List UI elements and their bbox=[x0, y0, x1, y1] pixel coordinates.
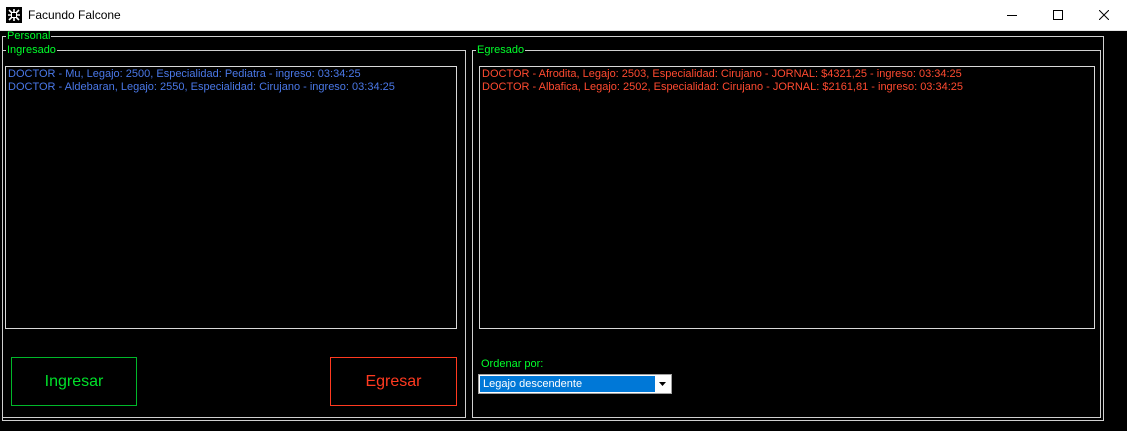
order-select[interactable]: Legajo descendente bbox=[478, 374, 672, 394]
maximize-icon bbox=[1053, 10, 1063, 20]
order-label: Ordenar por: bbox=[481, 358, 544, 370]
list-item[interactable]: DOCTOR - Albafica, Legajo: 2502, Especia… bbox=[482, 81, 1092, 94]
title-bar: Facundo Falcone bbox=[0, 0, 1127, 31]
list-item[interactable]: DOCTOR - Mu, Legajo: 2500, Especialidad:… bbox=[8, 68, 454, 81]
ingresar-button[interactable]: Ingresar bbox=[11, 357, 137, 406]
maximize-button[interactable] bbox=[1035, 0, 1081, 30]
personal-legend: Personal bbox=[7, 30, 51, 42]
list-item[interactable]: DOCTOR - Aldebaran, Legajo: 2550, Especi… bbox=[8, 81, 454, 94]
close-button[interactable] bbox=[1081, 0, 1127, 30]
egresado-legend: Egresado bbox=[477, 44, 525, 56]
minimize-button[interactable] bbox=[989, 0, 1035, 30]
chevron-down-icon bbox=[659, 382, 666, 386]
egresar-button[interactable]: Egresar bbox=[330, 357, 457, 406]
dropdown-arrow-button[interactable] bbox=[655, 376, 670, 392]
ingresado-legend: Ingresado bbox=[7, 44, 56, 56]
list-item[interactable]: DOCTOR - Afrodita, Legajo: 2503, Especia… bbox=[482, 68, 1092, 81]
egresado-listbox[interactable]: DOCTOR - Afrodita, Legajo: 2503, Especia… bbox=[479, 66, 1095, 329]
ingresado-listbox[interactable]: DOCTOR - Mu, Legajo: 2500, Especialidad:… bbox=[5, 66, 457, 329]
minimize-icon bbox=[1007, 15, 1017, 16]
window-title: Facundo Falcone bbox=[28, 8, 121, 22]
order-select-value: Legajo descendente bbox=[480, 376, 655, 392]
close-icon bbox=[1099, 10, 1109, 20]
app-icon bbox=[6, 7, 22, 23]
